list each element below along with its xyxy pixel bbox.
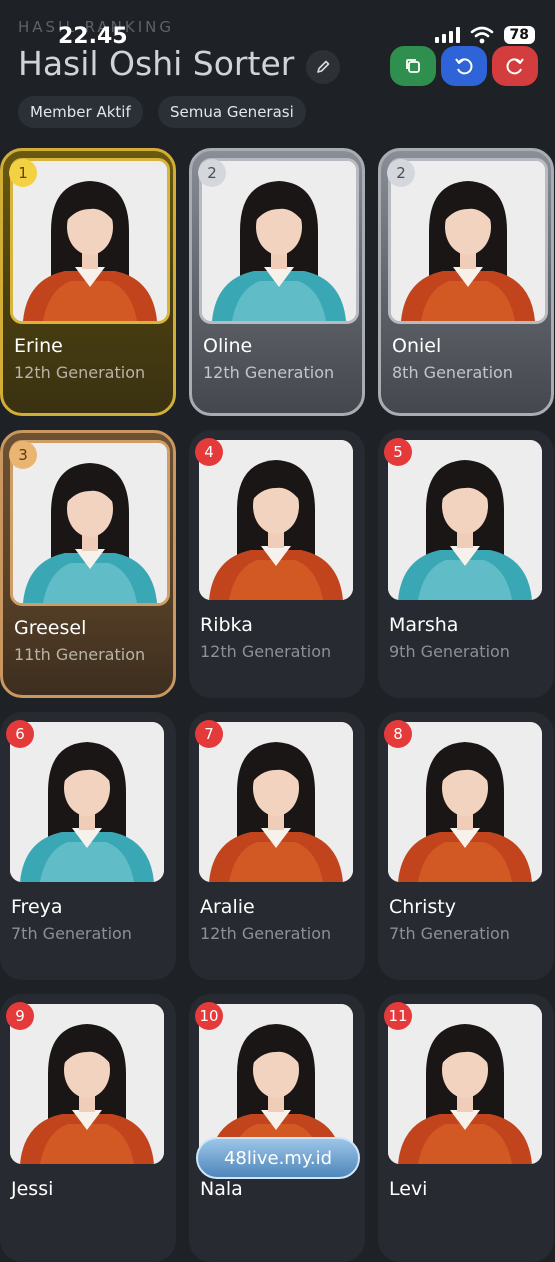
member-photo: [199, 440, 353, 600]
filter-member-aktif[interactable]: Member Aktif: [18, 96, 143, 128]
member-card[interactable]: 9 Jessi: [0, 994, 176, 1262]
filter-semua-generasi[interactable]: Semua Generasi: [158, 96, 306, 128]
member-card[interactable]: 10 Nala: [189, 994, 365, 1262]
wifi-icon: [470, 26, 493, 44]
member-photo: [388, 440, 542, 600]
member-name: Jessi: [11, 1178, 54, 1200]
copy-button[interactable]: [390, 46, 436, 86]
site-watermark: 48live.my.id: [196, 1137, 360, 1179]
edit-title-button[interactable]: [306, 50, 340, 84]
rank-badge: 9: [6, 1002, 34, 1030]
member-card[interactable]: 4 Ribka 12th Generation: [189, 430, 365, 698]
member-card[interactable]: 3 Greesel 11th Generation: [0, 430, 176, 698]
rank-badge: 7: [195, 720, 223, 748]
member-generation: 7th Generation: [389, 924, 510, 943]
member-card[interactable]: 7 Aralie 12th Generation: [189, 712, 365, 980]
rank-badge: 4: [195, 438, 223, 466]
member-generation: 12th Generation: [14, 363, 146, 382]
member-name: Nala: [200, 1178, 243, 1200]
member-photo: [388, 1004, 542, 1164]
member-card[interactable]: 11 Levi: [378, 994, 554, 1262]
member-name: Erine: [14, 335, 63, 357]
undo-button[interactable]: [441, 46, 487, 86]
rank-badge: 8: [384, 720, 412, 748]
signal-icon: [434, 27, 460, 43]
rank-badge: 2: [387, 159, 415, 187]
battery-indicator: 78: [503, 26, 535, 44]
member-generation: 12th Generation: [203, 363, 335, 382]
member-photo: [199, 722, 353, 882]
rank-badge: 1: [9, 159, 37, 187]
member-photo: [199, 158, 359, 324]
rank-badge: 6: [6, 720, 34, 748]
member-name: Aralie: [200, 896, 255, 918]
member-name: Greesel: [14, 617, 87, 639]
member-name: Levi: [389, 1178, 428, 1200]
redo-icon: [506, 58, 524, 75]
member-card[interactable]: 5 Marsha 9th Generation: [378, 430, 554, 698]
rank-badge: 10: [195, 1002, 223, 1030]
member-name: Ribka: [200, 614, 253, 636]
rank-badge: 3: [9, 441, 37, 469]
member-name: Marsha: [389, 614, 459, 636]
member-generation: 12th Generation: [200, 924, 332, 943]
member-name: Freya: [11, 896, 63, 918]
pencil-icon: [317, 60, 330, 73]
member-card[interactable]: 2 Oline 12th Generation: [189, 148, 365, 416]
member-photo: [388, 722, 542, 882]
member-photo: [10, 440, 170, 606]
member-name: Oniel: [392, 335, 442, 357]
rank-badge: 5: [384, 438, 412, 466]
page-title: Hasil Oshi Sorter: [18, 44, 295, 83]
member-generation: 7th Generation: [11, 924, 132, 943]
rank-badge: 2: [198, 159, 226, 187]
member-card[interactable]: 8 Christy 7th Generation: [378, 712, 554, 980]
redo-button[interactable]: [492, 46, 538, 86]
member-card[interactable]: 2 Oniel 8th Generation: [378, 148, 554, 416]
member-name: Oline: [203, 335, 253, 357]
member-generation: 9th Generation: [389, 642, 510, 661]
member-generation: 12th Generation: [200, 642, 332, 661]
member-generation: 11th Generation: [14, 645, 146, 664]
rank-badge: 11: [384, 1002, 412, 1030]
member-name: Christy: [389, 896, 456, 918]
copy-icon: [406, 59, 420, 73]
member-card[interactable]: 1 Erine 12th Generation: [0, 148, 176, 416]
member-card[interactable]: 6 Freya 7th Generation: [0, 712, 176, 980]
member-generation: 8th Generation: [392, 363, 513, 382]
member-photo: [10, 158, 170, 324]
member-photo: [10, 722, 164, 882]
undo-icon: [455, 58, 473, 75]
member-photo: [10, 1004, 164, 1164]
status-bar: HASIL RANKING 22.45 78: [0, 0, 555, 49]
member-photo: [388, 158, 548, 324]
